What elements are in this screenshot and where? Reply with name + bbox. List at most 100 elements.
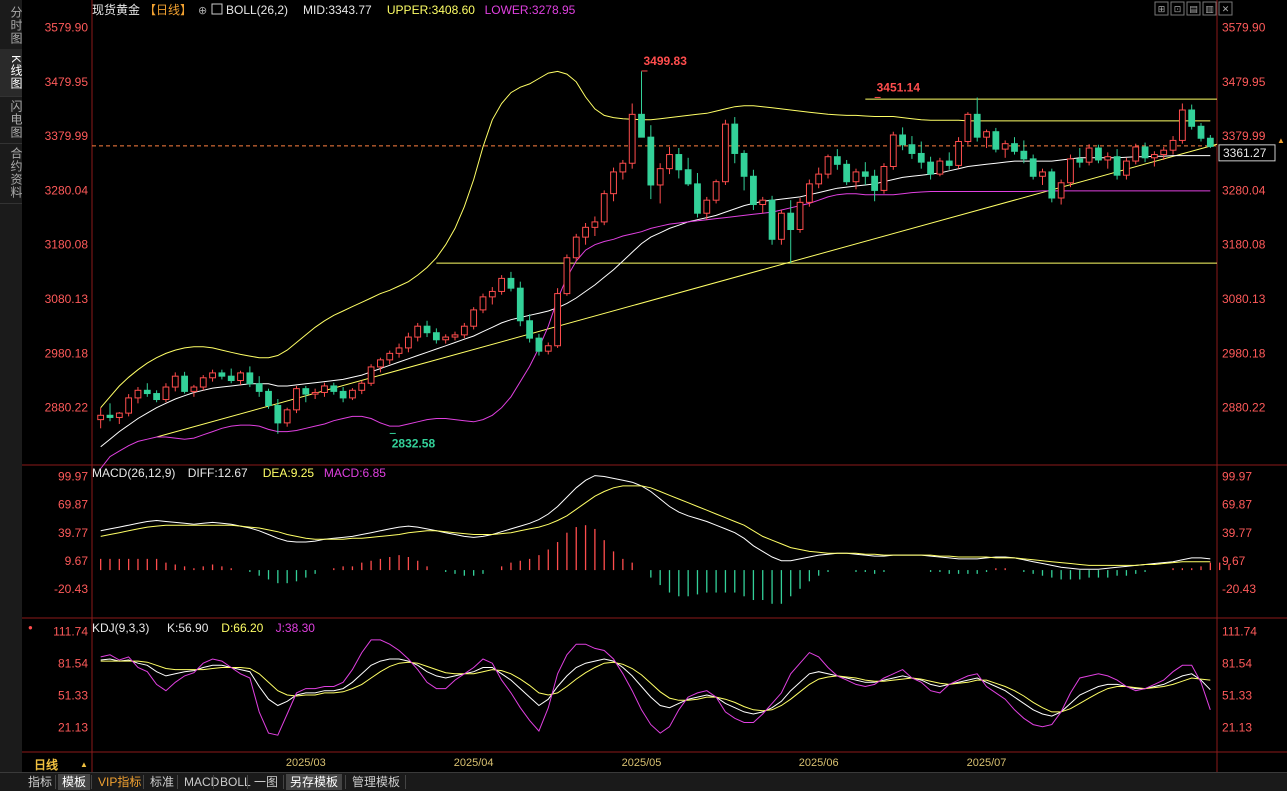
candle-body[interactable]: [1160, 149, 1168, 156]
candle-body[interactable]: [694, 183, 701, 214]
candle-body[interactable]: [955, 141, 962, 166]
candle-body[interactable]: [535, 337, 543, 352]
candle-body[interactable]: [927, 161, 934, 175]
candle-body[interactable]: [153, 393, 161, 401]
candle-body[interactable]: [1039, 171, 1046, 177]
candle-body[interactable]: [460, 325, 468, 336]
candle-body[interactable]: [703, 199, 711, 214]
candle-body[interactable]: [554, 293, 561, 347]
candle-body[interactable]: [451, 334, 459, 338]
candle-body[interactable]: [125, 397, 133, 414]
candle-body[interactable]: [908, 144, 916, 154]
candle-body[interactable]: [479, 296, 487, 311]
candle-body[interactable]: [516, 287, 524, 322]
candle-body[interactable]: [432, 332, 440, 341]
toolbar-button-0[interactable]: 指标: [24, 774, 56, 790]
candle-body[interactable]: [265, 390, 272, 407]
candle-body[interactable]: [1029, 158, 1037, 177]
candle-body[interactable]: [824, 156, 832, 175]
candle-body[interactable]: [181, 375, 188, 392]
toolbar-button-5[interactable]: BOLL: [216, 774, 255, 790]
candle-body[interactable]: [1197, 125, 1205, 139]
candle-body[interactable]: [1123, 160, 1130, 176]
candle-body[interactable]: [973, 113, 981, 138]
candle-body[interactable]: [684, 169, 692, 185]
candle-body[interactable]: [321, 385, 328, 393]
candle-body[interactable]: [442, 336, 450, 341]
candle-body[interactable]: [1095, 147, 1102, 161]
candle-body[interactable]: [768, 199, 776, 240]
candle-body[interactable]: [917, 152, 925, 163]
candle-body[interactable]: [992, 131, 1000, 150]
candle-body[interactable]: [544, 345, 552, 352]
candle-body[interactable]: [470, 309, 478, 327]
candle-body[interactable]: [964, 113, 972, 143]
candle-body[interactable]: [712, 181, 720, 201]
candle-body[interactable]: [395, 347, 403, 354]
candle-body[interactable]: [880, 165, 888, 191]
candle-body[interactable]: [600, 193, 608, 223]
candle-body[interactable]: [610, 171, 617, 195]
candle-body[interactable]: [1188, 109, 1196, 127]
toolbar-button-7[interactable]: 另存模板: [286, 774, 343, 790]
candle-body[interactable]: [218, 372, 226, 377]
candle-body[interactable]: [1020, 150, 1028, 160]
candle-body[interactable]: [731, 123, 739, 154]
candle-body[interactable]: [1141, 146, 1149, 159]
candle-body[interactable]: [861, 171, 869, 177]
candle-body[interactable]: [852, 171, 860, 183]
candle-body[interactable]: [1178, 109, 1186, 141]
toolbar-button-1[interactable]: 模板: [58, 774, 91, 790]
candle-body[interactable]: [423, 325, 431, 334]
candle-body[interactable]: [386, 352, 394, 361]
candle-body[interactable]: [1113, 156, 1121, 176]
candle-body[interactable]: [507, 277, 515, 289]
candle-body[interactable]: [833, 156, 841, 165]
candle-body[interactable]: [628, 113, 636, 164]
candle-body[interactable]: [134, 389, 142, 399]
toolbar-button-2[interactable]: VIP指标: [94, 774, 145, 790]
candle-body[interactable]: [246, 372, 254, 385]
candle-body[interactable]: [1001, 143, 1009, 150]
candle-body[interactable]: [526, 320, 534, 339]
candle-body[interactable]: [619, 162, 627, 173]
candle-body[interactable]: [572, 236, 580, 259]
candle-body[interactable]: [945, 160, 953, 166]
candle-body[interactable]: [227, 375, 235, 382]
candle-body[interactable]: [647, 136, 655, 186]
candle-body[interactable]: [199, 377, 207, 388]
candle-body[interactable]: [1067, 158, 1074, 184]
chart-area[interactable]: 3579.90 3579.90 3479.95 3479.95 3379.99 3379.…: [0, 0, 1287, 772]
candle-body[interactable]: [1169, 139, 1177, 151]
candle-body[interactable]: [255, 383, 263, 392]
candle-body[interactable]: [1076, 158, 1084, 163]
candle-body[interactable]: [936, 160, 944, 175]
candle-body[interactable]: [358, 382, 366, 391]
candle-body[interactable]: [293, 388, 300, 411]
candle-body[interactable]: [889, 134, 897, 167]
period-selector[interactable]: 日线: [34, 756, 58, 773]
candle-body[interactable]: [843, 163, 851, 183]
candle-body[interactable]: [367, 366, 375, 384]
candle-body[interactable]: [563, 257, 571, 295]
candle-body[interactable]: [115, 412, 123, 418]
candle-body[interactable]: [777, 212, 785, 240]
candle-body[interactable]: [815, 173, 823, 185]
candle-body[interactable]: [237, 372, 244, 382]
toolbar-button-3[interactable]: 标准: [146, 774, 178, 790]
candle-body[interactable]: [638, 113, 645, 138]
candle-body[interactable]: [162, 386, 170, 401]
candle-body[interactable]: [1104, 156, 1112, 161]
candle-body[interactable]: [190, 386, 198, 392]
candle-body[interactable]: [377, 359, 384, 368]
candle-body[interactable]: [274, 405, 282, 424]
toolbar-button-6[interactable]: 一图: [250, 774, 282, 790]
candle-body[interactable]: [106, 414, 114, 418]
candle-body[interactable]: [722, 123, 729, 183]
candle-body[interactable]: [1206, 137, 1214, 147]
candle-body[interactable]: [759, 199, 767, 206]
candle-body[interactable]: [796, 201, 804, 231]
candle-body[interactable]: [805, 183, 813, 203]
candle-body[interactable]: [1085, 147, 1093, 163]
candle-body[interactable]: [1048, 171, 1056, 199]
